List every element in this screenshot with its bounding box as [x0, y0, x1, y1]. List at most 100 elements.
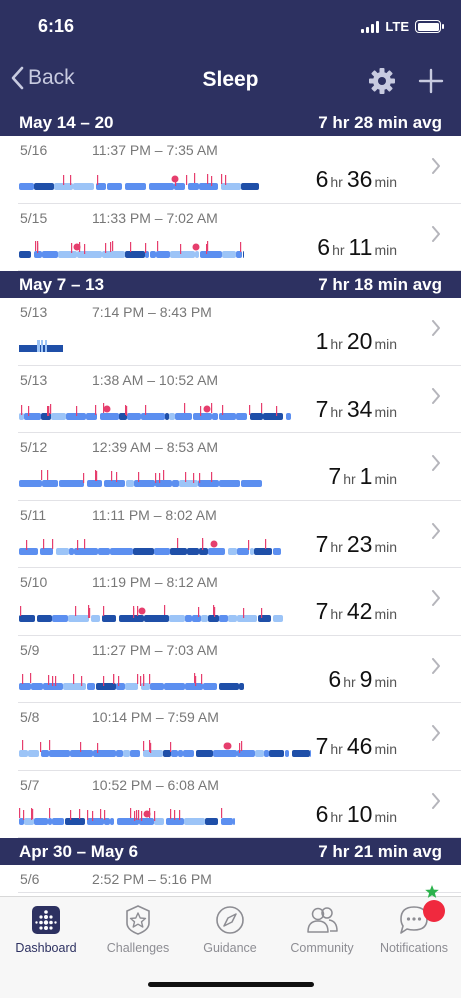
sleep-log-list[interactable]: May 14 – 20 7 hr 28 min avg 5/16 11:37 P…	[0, 109, 461, 896]
awake-marker	[110, 241, 112, 252]
awake-marker	[261, 608, 263, 618]
sleep-stage-segment	[116, 682, 125, 690]
plus-icon[interactable]	[418, 68, 444, 94]
sleep-stage-segment	[236, 412, 247, 420]
entry-time-range: 11:37 PM – 7:35 AM	[92, 142, 218, 158]
sleep-stage-segment	[255, 750, 264, 757]
sleep-stage-segment	[163, 750, 171, 757]
tab-guidance[interactable]: Guidance	[184, 903, 276, 955]
awake-marker	[100, 808, 102, 819]
entry-date: 5/10	[20, 574, 48, 590]
sleep-stage-segment	[193, 412, 212, 420]
sleep-stage-segment	[185, 682, 203, 690]
week-average: 7 hr 18 min avg	[318, 274, 442, 294]
sleep-stage-segment	[116, 750, 123, 757]
sleep-stage-segment	[200, 250, 222, 258]
sleep-stage-segment	[286, 412, 291, 420]
awake-marker	[157, 240, 159, 251]
awake-marker	[222, 404, 224, 415]
sleep-stage-segment	[34, 817, 48, 825]
awake-marker	[241, 741, 243, 751]
entry-time-range: 11:27 PM – 7:03 AM	[92, 641, 218, 658]
sleep-stage-segment	[199, 547, 208, 555]
awake-marker	[73, 673, 75, 684]
sleep-stage-segment	[184, 817, 205, 825]
sleep-stage-segment	[37, 340, 40, 352]
sleep-entry[interactable]: 5/16 11:37 PM – 7:35 AM 6 hr 36 min	[18, 136, 461, 204]
sleep-entry[interactable]: 5/15 11:33 PM – 7:02 AM 6 hr 11 min	[18, 204, 461, 271]
sleep-stage-segment	[183, 750, 194, 757]
sleep-stage-segment	[154, 547, 170, 555]
sleep-stage-segment	[233, 817, 235, 825]
awake-marker	[47, 405, 49, 416]
notification-badge	[423, 900, 445, 922]
sleep-stage-segment	[292, 750, 310, 757]
awake-marker	[170, 808, 172, 819]
entry-duration: 7 hr 1 min	[328, 463, 397, 489]
sleep-stage-segment	[19, 750, 28, 757]
awake-marker	[22, 740, 24, 750]
chevron-right-icon	[432, 725, 440, 741]
chevron-right-icon	[432, 522, 440, 539]
sleep-entry[interactable]: 5/13 7:14 PM – 8:43 PM 1 hr 20 min	[18, 298, 461, 366]
sleep-entry[interactable]: 5/12 12:39 AM – 8:53 AM 7 hr 1 min	[18, 433, 461, 501]
awake-marker	[184, 402, 186, 413]
tab-community[interactable]: Community	[276, 903, 368, 955]
sleep-stage-segment	[68, 615, 89, 622]
sleep-stage-segment	[264, 750, 269, 757]
entry-date: 5/6	[20, 871, 40, 887]
entry-time-range: 12:39 AM – 8:53 AM	[92, 439, 219, 455]
awake-marker	[163, 470, 165, 480]
awake-marker	[26, 539, 28, 550]
awake-marker	[103, 675, 105, 686]
awake-marker	[20, 606, 22, 616]
entry-time-range: 11:11 PM – 8:02 AM	[92, 506, 217, 523]
tab-dashboard[interactable]: Dashboard	[0, 903, 92, 955]
sleep-stage-segment	[170, 547, 187, 555]
sleep-stage-segment	[273, 547, 281, 555]
gear-icon[interactable]	[368, 67, 396, 95]
sleep-stage-segment	[110, 547, 133, 555]
sleep-entry[interactable]: 5/8 10:14 PM – 7:59 AM 7 hr 46 min	[18, 703, 461, 771]
sleep-stage-segment	[119, 615, 144, 622]
sleep-stage-segment	[188, 183, 199, 190]
sleep-stage-segment	[201, 615, 208, 622]
sleep-stage-segment	[285, 750, 289, 757]
awake-marker	[22, 673, 24, 684]
sleep-stage-segment	[41, 412, 51, 420]
sleep-stage-segment	[34, 183, 54, 190]
awake-marker	[70, 809, 72, 820]
awake-marker	[202, 537, 204, 548]
sleep-stages-bar	[19, 340, 63, 352]
entry-date: 5/8	[20, 709, 40, 725]
awake-marker	[125, 404, 127, 415]
sleep-entry[interactable]: 5/9 11:27 PM – 7:03 AM 6 hr 9 min	[18, 636, 461, 703]
sleep-entry[interactable]: 5/6 2:52 PM – 5:16 PM	[18, 865, 461, 893]
sleep-stage-segment	[219, 412, 236, 420]
sleep-entry[interactable]: 5/10 11:19 PM – 8:12 AM 7 hr 42 min	[18, 568, 461, 636]
sleep-stage-segment	[185, 615, 192, 622]
sleep-stage-segment	[196, 750, 213, 757]
awake-marker	[80, 742, 82, 752]
awake-marker	[70, 175, 72, 185]
sleep-stage-segment	[178, 750, 183, 757]
sleep-stage-segment	[222, 250, 236, 258]
sleep-stage-segment	[87, 480, 102, 487]
awake-marker	[249, 404, 251, 415]
status-indicators: LTE	[361, 19, 444, 34]
tab-notifications[interactable]: Notifications	[368, 903, 460, 955]
awake-marker	[192, 243, 200, 250]
sleep-stage-segment	[87, 682, 95, 690]
sleep-stage-segment	[107, 183, 122, 190]
entry-duration: 6 hr 10 min	[315, 800, 397, 827]
sleep-stage-segment	[19, 250, 31, 258]
sleep-entry[interactable]: 5/7 10:52 PM – 6:08 AM 6 hr 10 min	[18, 771, 461, 838]
home-indicator	[148, 982, 314, 987]
sleep-entry[interactable]: 5/11 11:11 PM – 8:02 AM 7 hr 23 min	[18, 501, 461, 568]
sleep-stage-segment	[110, 817, 114, 825]
chevron-right-icon	[432, 158, 440, 174]
tab-challenges[interactable]: Challenges	[92, 903, 184, 955]
people-icon	[307, 907, 338, 933]
awake-marker	[55, 675, 57, 686]
sleep-entry[interactable]: 5/13 1:38 AM – 10:52 AM 7 hr 34 min	[18, 366, 461, 433]
